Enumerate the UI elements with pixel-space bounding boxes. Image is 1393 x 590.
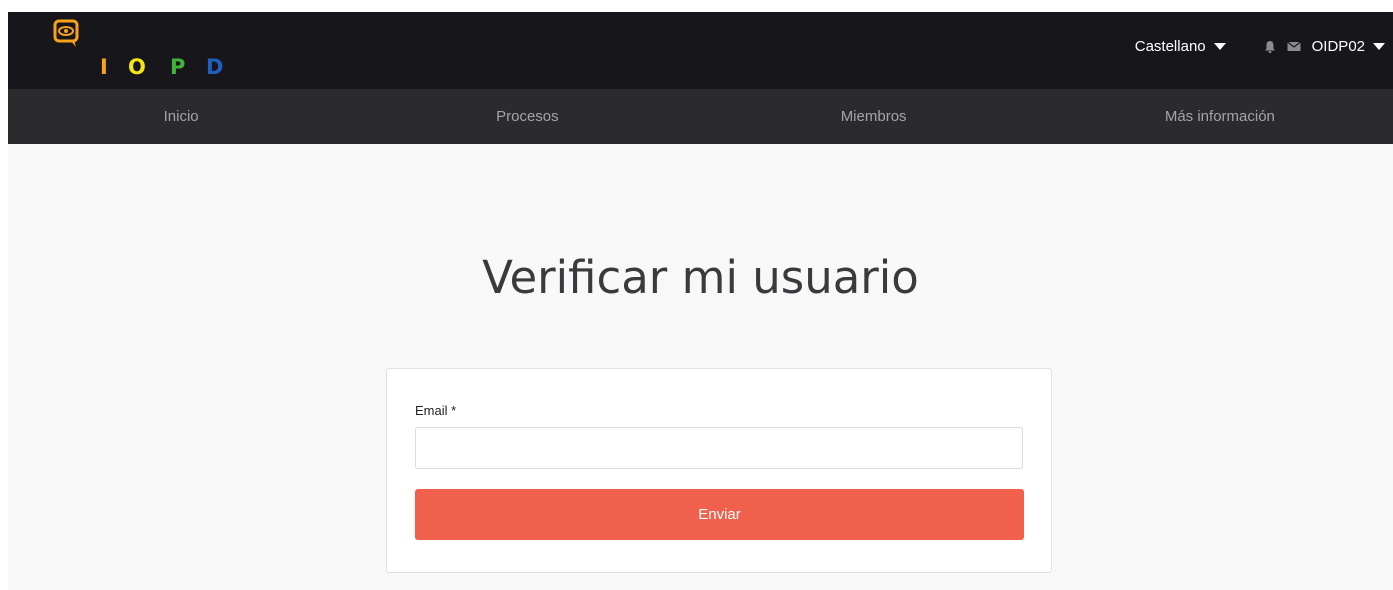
user-menu[interactable]: OIDP02 — [1312, 38, 1385, 55]
chevron-down-icon — [1373, 43, 1385, 50]
page: I O P D Castellano OIDP02 Inicio Proceso… — [0, 0, 1393, 590]
logo-letter-p: P — [170, 55, 186, 79]
logo-letter-o: O — [128, 55, 146, 79]
nav-item-procesos[interactable]: Procesos — [354, 89, 700, 144]
main-nav: Inicio Procesos Miembros Más información — [8, 89, 1393, 144]
chevron-down-icon — [1213, 43, 1226, 50]
logo-letter-d: D — [206, 55, 224, 79]
submit-button[interactable]: Enviar — [415, 489, 1024, 540]
nav-item-mas-informacion[interactable]: Más información — [1047, 89, 1393, 144]
nav-item-miembros[interactable]: Miembros — [701, 89, 1047, 144]
bell-icon[interactable] — [1262, 39, 1278, 55]
required-marker: * — [451, 403, 457, 418]
email-field[interactable] — [415, 427, 1023, 469]
site-logo[interactable]: I O P D — [52, 19, 224, 79]
envelope-icon[interactable] — [1286, 39, 1302, 55]
top-header: I O P D Castellano OIDP02 — [8, 12, 1393, 89]
verification-form: Email * Enviar — [386, 368, 1052, 573]
logo-letter-i: I — [100, 55, 108, 79]
eye-speech-bubble-icon — [52, 19, 82, 51]
language-selector[interactable]: Castellano — [1135, 38, 1226, 55]
email-label: Email * — [415, 403, 456, 418]
nav-item-inicio[interactable]: Inicio — [8, 89, 354, 144]
main-content: Verificar mi usuario Email * Enviar — [8, 144, 1393, 590]
language-label: Castellano — [1134, 38, 1206, 55]
email-label-text: Email — [415, 403, 448, 418]
username: OIDP02 — [1311, 38, 1365, 55]
page-title: Verificar mi usuario — [482, 251, 919, 304]
header-actions: Castellano OIDP02 — [1135, 12, 1385, 81]
